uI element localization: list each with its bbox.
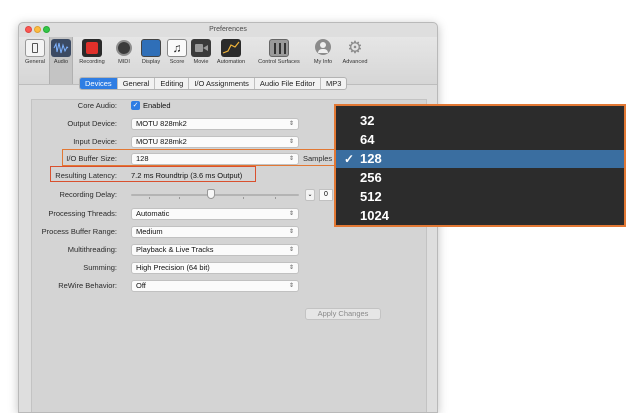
summing-row: Summing: High Precision (64 bit) ⇕ xyxy=(19,262,437,274)
core-audio-enabled-label[interactable]: Enabled xyxy=(143,100,171,112)
output-device-value: MOTU 828mk2 xyxy=(136,119,187,128)
io-buffer-label: I/O Buffer Size: xyxy=(66,154,117,163)
movie-camera-icon xyxy=(191,39,211,57)
rewire-select[interactable]: Off ⇕ xyxy=(131,280,299,292)
buffer-option-128-label: 128 xyxy=(360,151,382,166)
up-down-chevron-icon: ⇕ xyxy=(288,211,294,217)
multithreading-row: Multithreading: Playback & Live Tracks ⇕ xyxy=(19,244,437,256)
buffer-option-256[interactable]: 256 xyxy=(336,169,624,187)
apply-changes-button[interactable]: Apply Changes xyxy=(305,308,381,320)
gear-icon: ⚙ xyxy=(347,38,363,57)
tab-io-assignments[interactable]: I/O Assignments xyxy=(189,78,255,89)
score-notes-icon: ♫ xyxy=(167,39,187,57)
up-down-chevron-icon: ⇕ xyxy=(288,283,294,289)
io-buffer-value: 128 xyxy=(136,154,149,163)
output-device-label: Output Device: xyxy=(67,119,117,128)
io-buffer-unit: Samples xyxy=(303,154,333,163)
up-down-chevron-icon: ⇕ xyxy=(288,121,294,127)
toolbar-item-advanced[interactable]: ⚙ Advanced xyxy=(339,38,371,66)
core-audio-checkbox[interactable]: ✓ xyxy=(131,101,140,110)
window-title: Preferences xyxy=(209,26,247,33)
checkmark-icon: ✓ xyxy=(344,152,355,166)
toolbar-item-movie[interactable]: Movie xyxy=(190,39,212,65)
latency-label: Resulting Latency: xyxy=(55,171,117,180)
toolbar-item-midi[interactable]: MIDI xyxy=(113,39,135,65)
display-monitor-icon xyxy=(141,39,161,57)
rewire-row: ReWire Behavior: Off ⇕ xyxy=(19,280,437,292)
tab-devices[interactable]: Devices xyxy=(80,78,118,89)
tab-mp3[interactable]: MP3 xyxy=(321,78,346,89)
toolbar-item-automation[interactable]: Automation xyxy=(214,39,248,65)
output-device-select[interactable]: MOTU 828mk2 ⇕ xyxy=(131,118,299,130)
automation-curve-icon xyxy=(221,39,241,57)
buffer-size-dropdown: 32 64 ✓ 128 256 512 1024 xyxy=(334,104,626,227)
summing-select[interactable]: High Precision (64 bit) ⇕ xyxy=(131,262,299,274)
up-down-chevron-icon: ⇕ xyxy=(288,139,294,145)
input-device-value: MOTU 828mk2 xyxy=(136,137,187,146)
input-device-select[interactable]: MOTU 828mk2 ⇕ xyxy=(131,136,299,148)
recording-delay-value[interactable]: 0 xyxy=(319,189,333,201)
tab-audio-file-editor[interactable]: Audio File Editor xyxy=(255,78,321,89)
summing-value: High Precision (64 bit) xyxy=(136,263,210,272)
process-buffer-range-select[interactable]: Medium ⇕ xyxy=(131,226,299,238)
up-down-chevron-icon: ⇕ xyxy=(288,247,294,253)
tab-editing[interactable]: Editing xyxy=(155,78,190,89)
process-buffer-range-value: Medium xyxy=(136,227,163,236)
record-icon xyxy=(82,39,102,57)
close-window-button[interactable] xyxy=(25,26,32,33)
up-down-chevron-icon: ⇕ xyxy=(288,156,294,162)
multithreading-label: Multithreading: xyxy=(67,245,117,254)
process-buffer-range-label: Process Buffer Range: xyxy=(41,227,117,236)
minimize-window-button[interactable] xyxy=(34,26,41,33)
toolbar-item-control-surfaces[interactable]: Control Surfaces xyxy=(253,39,305,65)
zoom-window-button[interactable] xyxy=(43,26,50,33)
toolbar-item-score[interactable]: ♫ Score xyxy=(166,39,188,65)
up-down-chevron-icon: ⇕ xyxy=(288,265,294,271)
toolbar-item-my-info[interactable]: My Info xyxy=(309,39,337,65)
midi-connector-icon xyxy=(114,39,134,57)
up-down-chevron-icon: ⇕ xyxy=(288,229,294,235)
buffer-option-512[interactable]: 512 xyxy=(336,188,624,206)
window-titlebar: Preferences xyxy=(19,23,437,37)
audio-waveform-icon xyxy=(51,39,71,57)
buffer-option-32[interactable]: 32 xyxy=(336,112,624,130)
recording-delay-stepper[interactable]: ⌄ xyxy=(305,189,315,201)
buffer-option-128[interactable]: ✓ 128 xyxy=(336,150,624,168)
processing-threads-value: Automatic xyxy=(136,209,170,218)
rewire-label: ReWire Behavior: xyxy=(58,281,117,290)
processing-threads-select[interactable]: Automatic ⇕ xyxy=(131,208,299,220)
recording-delay-slider-knob[interactable] xyxy=(207,189,215,199)
buffer-option-1024[interactable]: 1024 xyxy=(336,207,624,225)
user-icon xyxy=(313,39,333,57)
general-switch-icon xyxy=(25,39,45,57)
recording-delay-label: Recording Delay: xyxy=(59,190,117,199)
rewire-value: Off xyxy=(136,281,146,290)
buffer-option-64[interactable]: 64 xyxy=(336,131,624,149)
control-surfaces-icon xyxy=(269,39,289,57)
recording-delay-slider-track[interactable] xyxy=(131,194,299,196)
toolbar-item-general[interactable]: General xyxy=(23,39,47,65)
core-audio-label: Core Audio: xyxy=(77,101,117,110)
toolbar-item-recording[interactable]: Recording xyxy=(75,39,109,65)
tab-general[interactable]: General xyxy=(118,78,156,89)
toolbar-item-audio[interactable]: Audio xyxy=(50,39,72,65)
toolbar-item-display[interactable]: Display xyxy=(138,39,164,65)
multithreading-value: Playback & Live Tracks xyxy=(136,245,214,254)
summing-label: Summing: xyxy=(83,263,117,272)
input-device-label: Input Device: xyxy=(73,137,117,146)
process-buffer-range-row: Process Buffer Range: Medium ⇕ xyxy=(19,226,437,238)
latency-value: 7.2 ms Roundtrip (3.6 ms Output) xyxy=(131,171,243,180)
audio-tab-bar: Devices General Editing I/O Assignments … xyxy=(79,77,348,90)
io-buffer-select[interactable]: 128 ⇕ xyxy=(131,153,299,165)
processing-threads-label: Processing Threads: xyxy=(48,209,117,218)
multithreading-select[interactable]: Playback & Live Tracks ⇕ xyxy=(131,244,299,256)
